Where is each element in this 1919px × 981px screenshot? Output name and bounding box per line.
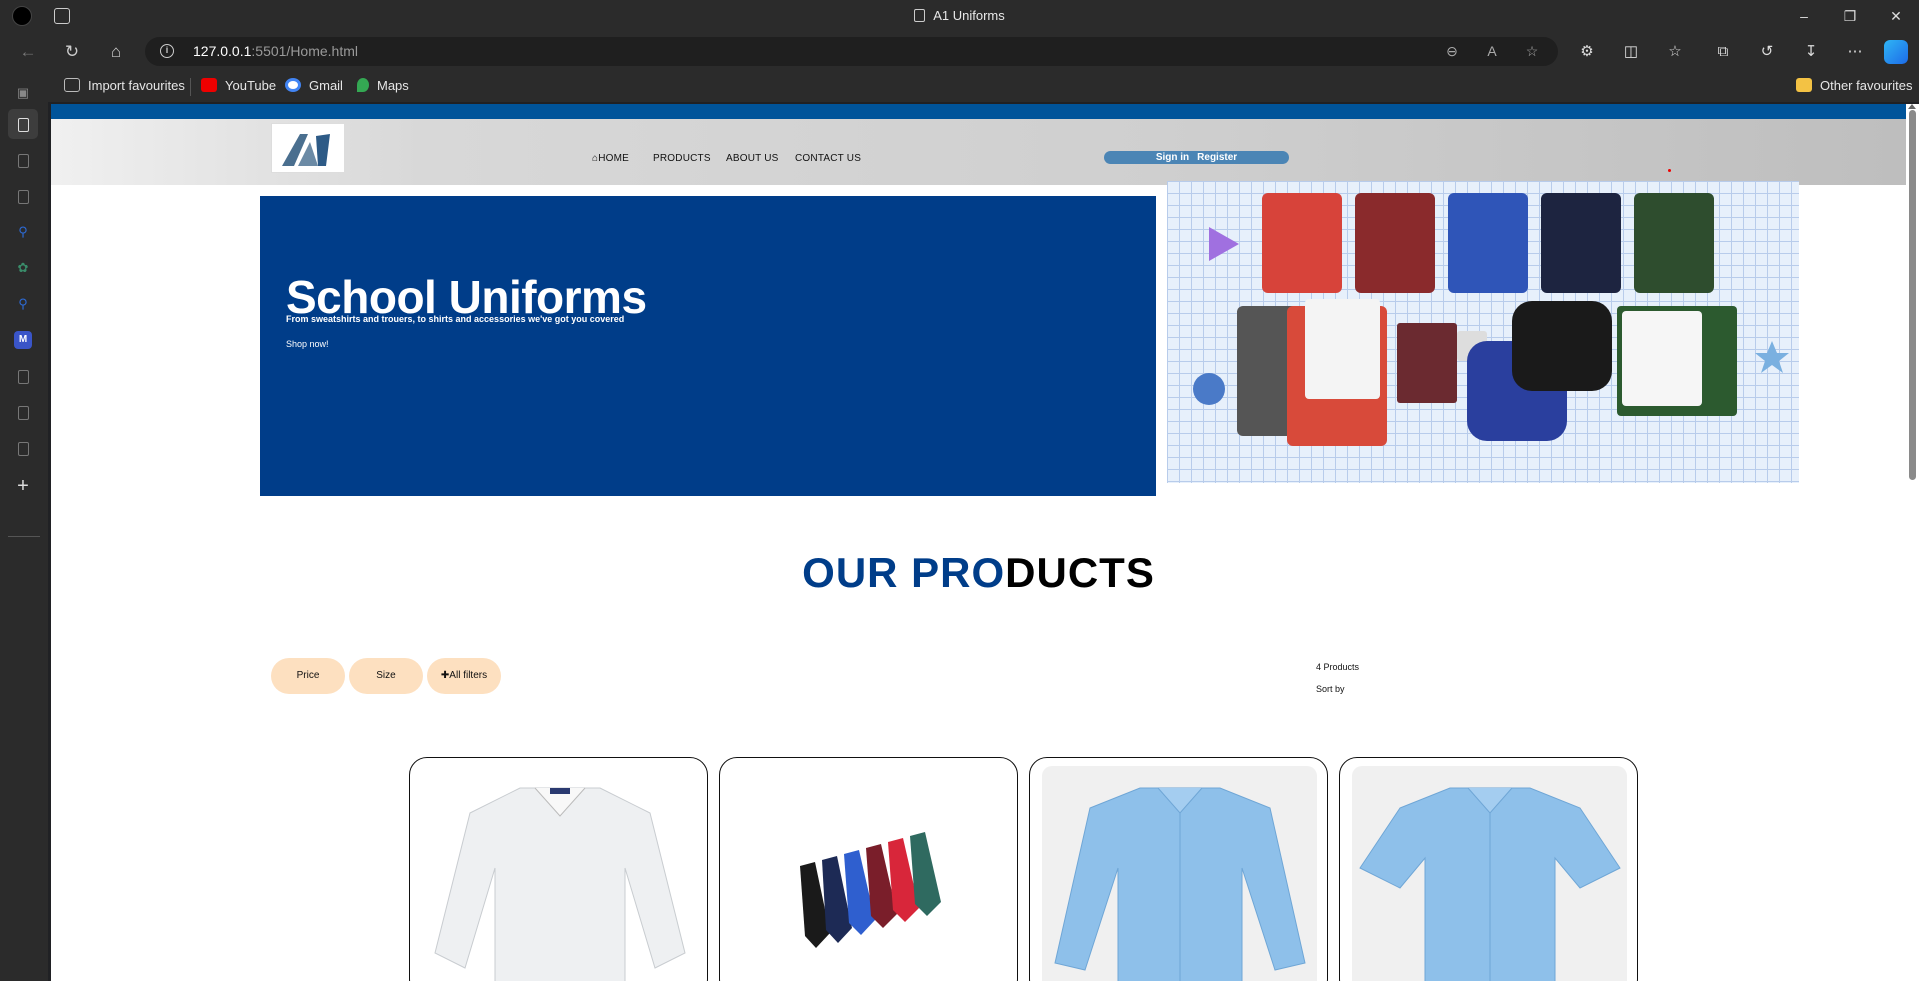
bookmark-gmail[interactable]: Gmail [285,78,343,96]
split-screen-icon[interactable]: ◫ [1620,41,1642,63]
folder-icon [1796,78,1812,92]
read-aloud-icon[interactable]: A [1483,42,1501,60]
more-options-icon[interactable]: ⋯ [1844,41,1866,63]
signin-link[interactable]: Sign in [1156,152,1189,163]
page-scrollbar[interactable] [1906,104,1919,981]
document-icon [914,9,926,22]
hero-subtitle: From sweatshirts and trouers, to shirts … [286,314,625,324]
google-icon [285,78,301,92]
products-heading: OUR PRODUCTS [802,549,1155,596]
extensions-icon[interactable]: ⚙ [1576,41,1598,63]
product-card[interactable] [1029,757,1328,981]
tab-document-3[interactable] [14,367,32,385]
all-filters-button[interactable]: ✚All filters [427,658,501,694]
history-icon[interactable]: ↺ [1756,41,1778,63]
uniforms-hero-image [1167,181,1799,483]
bookmark-separator [190,78,191,96]
window-title: A1 Uniforms [0,8,1919,23]
bookmark-youtube[interactable]: YouTube [201,78,276,96]
scroll-up-arrow[interactable] [1908,104,1916,109]
import-icon [64,78,80,92]
auth-bar: Sign in Register [1104,151,1289,164]
tab-document-1[interactable] [14,151,32,169]
home-icon[interactable]: ⌂ [104,40,128,64]
youtube-icon [201,78,217,92]
back-button[interactable]: ← [16,40,40,64]
browser-titlebar: A1 Uniforms – ❐ ✕ [0,0,1919,32]
white-shirt-image [434,787,686,981]
register-link[interactable]: Register [1197,152,1237,163]
product-count: 4 Products [1316,662,1360,672]
shop-now-link[interactable]: Shop now! [286,339,329,349]
scrollbar-thumb[interactable] [1909,110,1916,480]
nav-products[interactable]: PRODUCTS [653,153,711,164]
nav-about[interactable]: ABOUT US [726,153,779,164]
size-filter-button[interactable]: Size [349,658,423,694]
blue-long-sleeve-shirt-image [1042,766,1317,981]
top-blue-strip [51,104,1906,119]
bookmark-import-favourites[interactable]: Import favourites [64,78,185,96]
sidebar-divider [8,536,40,537]
site-info-icon[interactable]: i [160,44,174,58]
tab-document-4[interactable] [14,403,32,421]
favourites-icon[interactable]: ☆ [1664,41,1686,63]
address-bar[interactable]: i 127.0.0.1:5501/Home.html ⊖ A ☆ [145,37,1558,66]
refresh-button[interactable]: ↻ [60,40,84,64]
tab-document-2[interactable] [14,187,32,205]
favourite-star-icon[interactable]: ☆ [1523,42,1541,60]
vertical-tabs-sidebar: ▣ ⚲ ✿ ⚲ M + [0,70,48,981]
red-dot [1668,169,1671,172]
zoom-out-icon[interactable]: ⊖ [1443,42,1461,60]
maps-icon [357,78,369,92]
nav-contact[interactable]: CONTACT US [795,153,861,164]
hero-banner: School Uniforms From sweatshirts and tro… [260,196,1156,496]
tab-m-app[interactable]: M [14,331,32,349]
downloads-icon[interactable]: ↧ [1800,41,1822,63]
close-window-button[interactable]: ✕ [1886,6,1906,26]
tab-search-2[interactable]: ⚲ [14,295,32,313]
browser-toolbar: ← ↻ ⌂ i 127.0.0.1:5501/Home.html ⊖ A ☆ ⚙… [0,32,1919,70]
tab-a1-uniforms[interactable] [8,109,38,139]
product-card[interactable] [1339,757,1638,981]
a1-logo[interactable] [271,123,345,173]
tab-search-1[interactable]: ⚲ [14,223,32,241]
tab-chatgpt[interactable]: ✿ [14,259,32,277]
url-text[interactable]: 127.0.0.1:5501/Home.html [193,43,358,59]
bookmarks-bar: Import favourites YouTube Gmail Maps Oth… [0,70,1919,102]
product-card[interactable] [409,757,708,981]
price-filter-button[interactable]: Price [271,658,345,694]
restore-button[interactable]: ❐ [1840,6,1860,26]
collections-icon[interactable]: ⧉ [1712,41,1734,63]
product-card[interactable] [719,757,1018,981]
ties-image [800,832,941,948]
sort-by-control[interactable]: Sort by [1316,684,1345,694]
blue-short-sleeve-shirt-image [1352,766,1627,981]
tab-document-5[interactable] [14,439,32,457]
new-tab-icon[interactable]: + [14,476,32,496]
page-viewport: ⌂HOME PRODUCTS ABOUT US CONTACT US Sign … [51,104,1919,981]
other-favourites-folder[interactable]: Other favourites [1796,78,1913,96]
tab-actions-icon[interactable]: ▣ [14,84,32,102]
bookmark-maps[interactable]: Maps [357,78,409,96]
nav-home[interactable]: ⌂HOME [592,153,629,164]
site-header: ⌂HOME PRODUCTS ABOUT US CONTACT US Sign … [51,119,1906,185]
minimize-button[interactable]: – [1794,6,1814,26]
copilot-icon[interactable] [1884,40,1908,64]
